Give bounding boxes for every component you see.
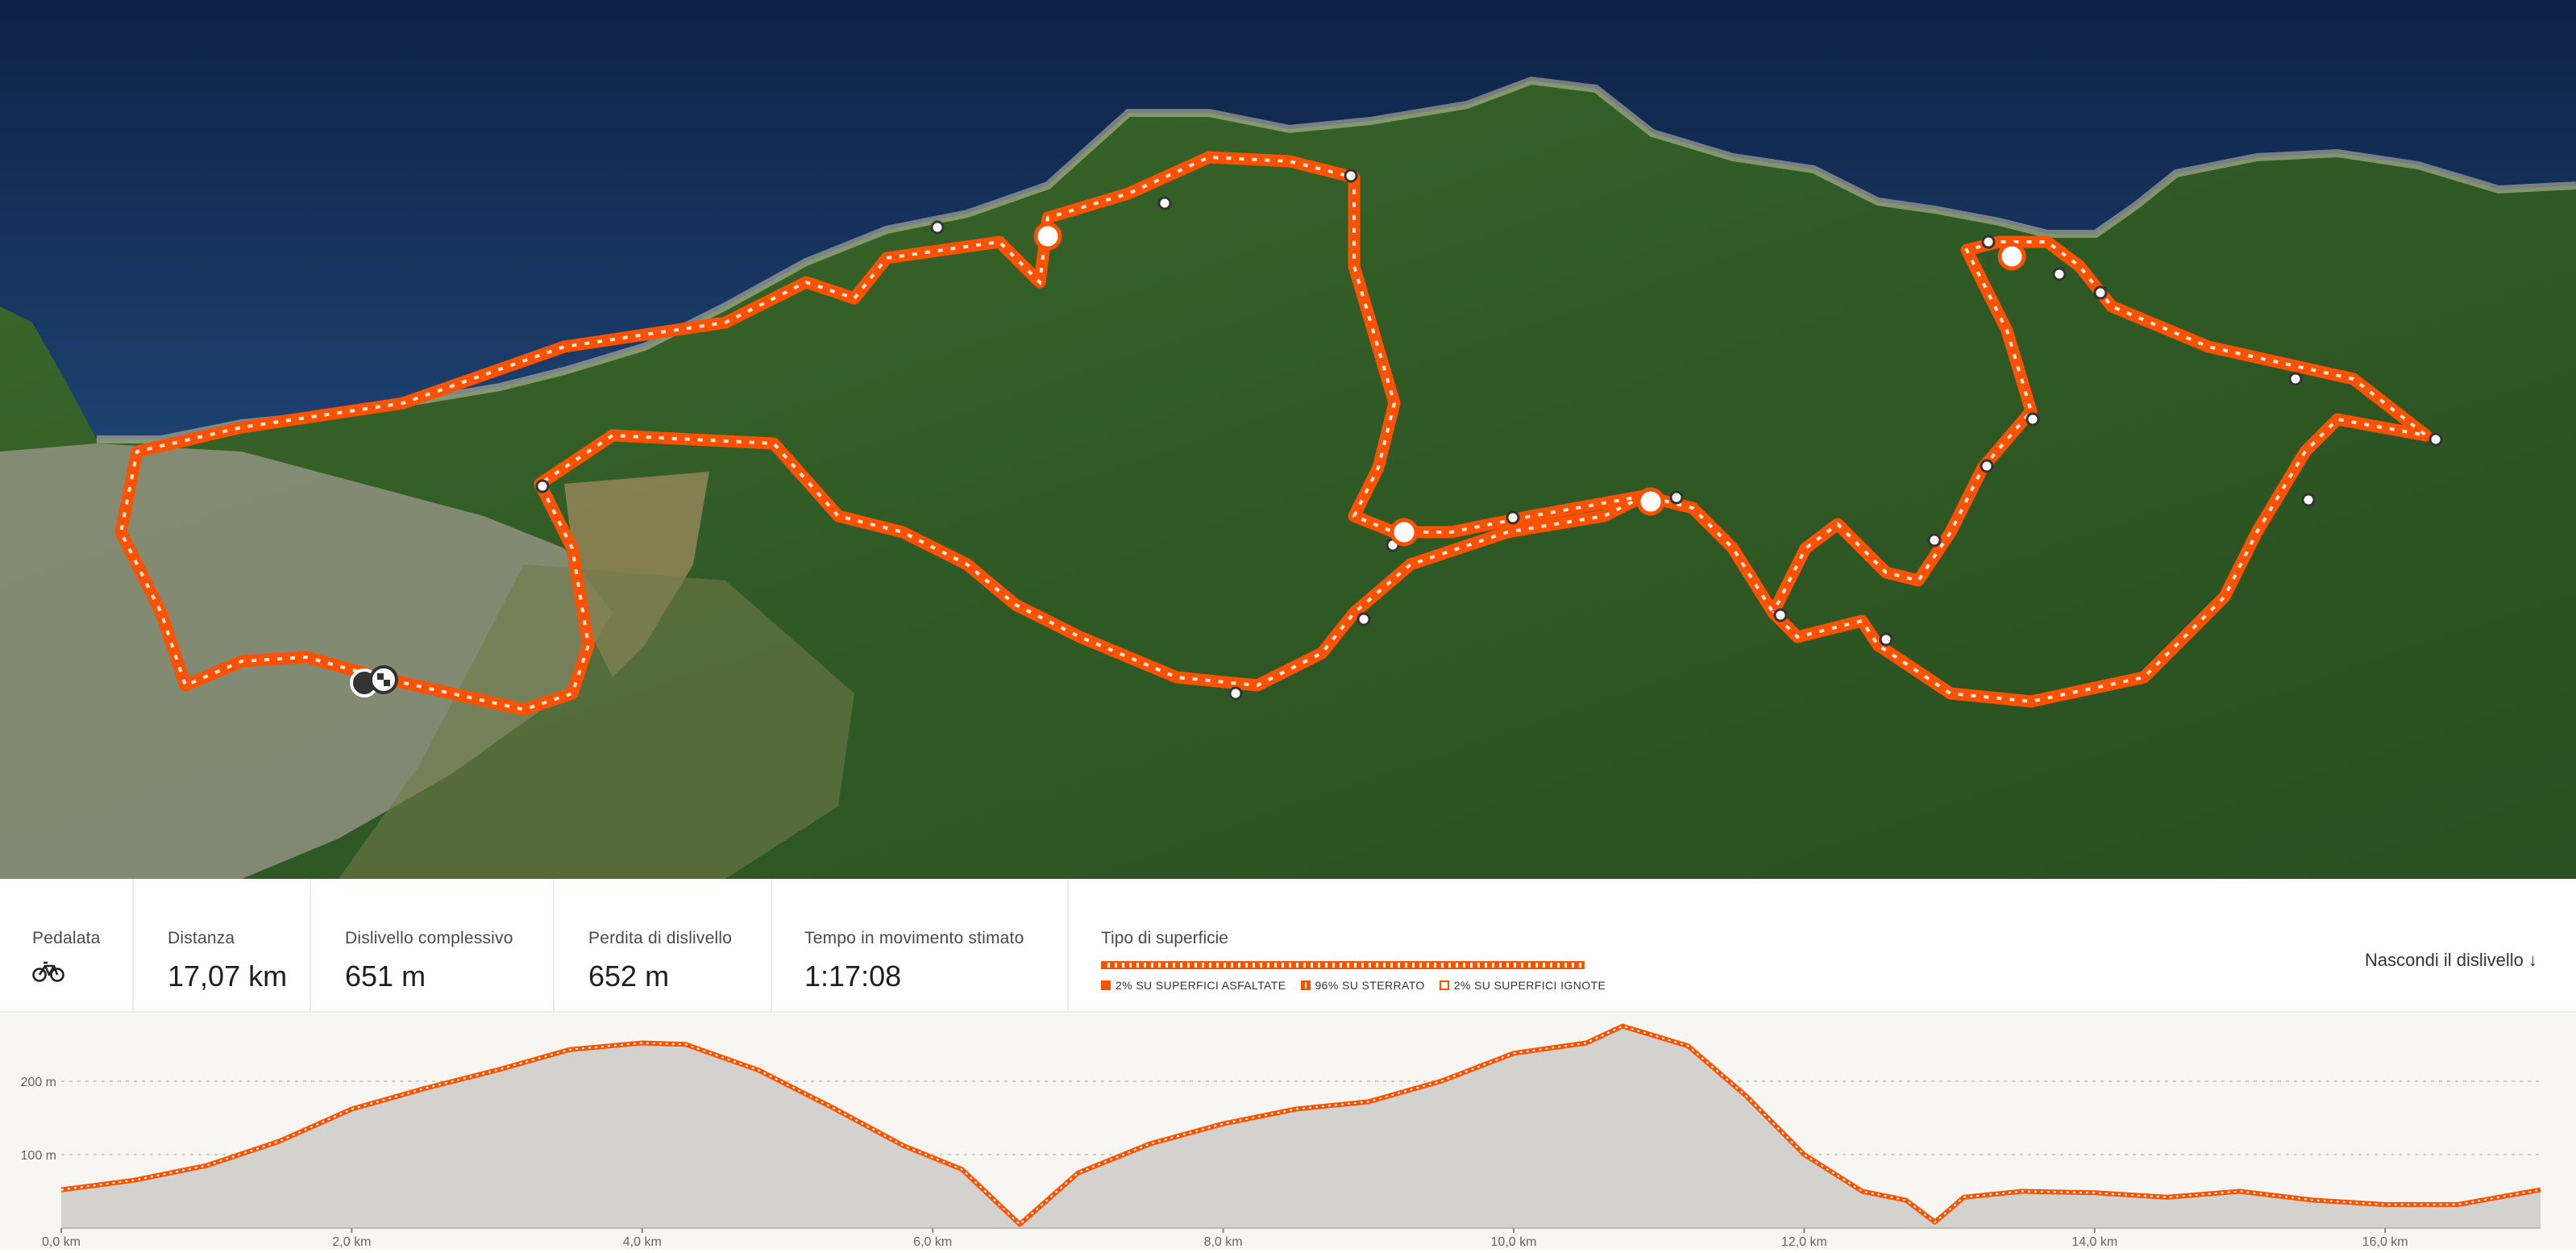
elevation-loss-label: Perdita di dislivello — [588, 929, 733, 947]
hide-elevation-button[interactable]: Nascondi il dislivello ↓ — [2365, 950, 2537, 971]
surface-legend-unknown: 2% SU SUPERFICI IGNOTE — [1439, 979, 1606, 992]
surface-type-label: Tipo di superficie — [1101, 929, 1228, 947]
surface-type: Tipo di superficie 2% SU SUPERFICI ASFAL… — [1101, 929, 1606, 992]
route-stats-bar: Pedalata Distanza 17,07 km Dislivello co… — [0, 879, 2576, 1013]
distance-value: 17,07 km — [168, 960, 288, 993]
x-tick-label: 0,0 km — [42, 1235, 81, 1249]
moving-time-value: 1:17:08 — [804, 960, 902, 993]
x-tick-label: 14,0 km — [2071, 1235, 2117, 1249]
x-tick-label: 16,0 km — [2362, 1235, 2408, 1249]
x-tick-label: 4,0 km — [623, 1235, 662, 1249]
surface-legend-unpaved: 96% SU STERRATO — [1300, 979, 1425, 992]
elevation-loss-value: 652 m — [588, 960, 670, 993]
x-tick-label: 2,0 km — [332, 1235, 371, 1249]
arrow-down-icon: ↓ — [2528, 950, 2537, 970]
surface-type-bar — [1101, 961, 1585, 969]
y-tick-label: 100 m — [21, 1149, 56, 1163]
activity-type-label: Pedalata — [32, 929, 101, 947]
x-tick-label: 10,0 km — [1491, 1235, 1537, 1249]
moving-time-label: Tempo in movimento stimato — [804, 929, 1024, 947]
elevation-chart[interactable]: 100 m 200 m 0,0 km 2,0 km 4,0 km 6,0 km 8,0 km… — [0, 1014, 2576, 1249]
x-tick-label: 12,0 km — [1781, 1235, 1827, 1249]
x-tick-label: 6,0 km — [913, 1235, 952, 1249]
activity-type: Pedalata — [32, 879, 134, 1013]
surface-legend-paved: 2% SU SUPERFICI ASFALTATE — [1101, 979, 1286, 992]
elevation-gain-value: 651 m — [345, 960, 426, 993]
distance-label: Distanza — [168, 929, 235, 947]
map-view[interactable] — [0, 0, 2576, 879]
satellite-map[interactable] — [0, 0, 2576, 879]
start-finish-marker[interactable] — [350, 665, 398, 697]
bicycle-icon — [32, 948, 132, 986]
elevation-gain-stat: Dislivello complessivo 651 m — [345, 879, 555, 1013]
y-tick-label: 200 m — [21, 1076, 56, 1089]
distance-stat: Distanza 17,07 km — [168, 879, 311, 1013]
elevation-profile[interactable]: 100 m 200 m 0,0 km 2,0 km 4,0 km 6,0 km 8,0 km… — [0, 1014, 2576, 1249]
x-tick-label: 8,0 km — [1204, 1235, 1243, 1249]
hide-elevation-label: Nascondi il dislivello — [2365, 950, 2524, 970]
moving-time-stat: Tempo in movimento stimato 1:17:08 — [804, 879, 1069, 1013]
surface-legend: 2% SU SUPERFICI ASFALTATE 96% SU STERRAT… — [1101, 979, 1606, 992]
elevation-loss-stat: Perdita di dislivello 652 m — [588, 879, 772, 1013]
elevation-gain-label: Dislivello complessivo — [345, 929, 513, 947]
